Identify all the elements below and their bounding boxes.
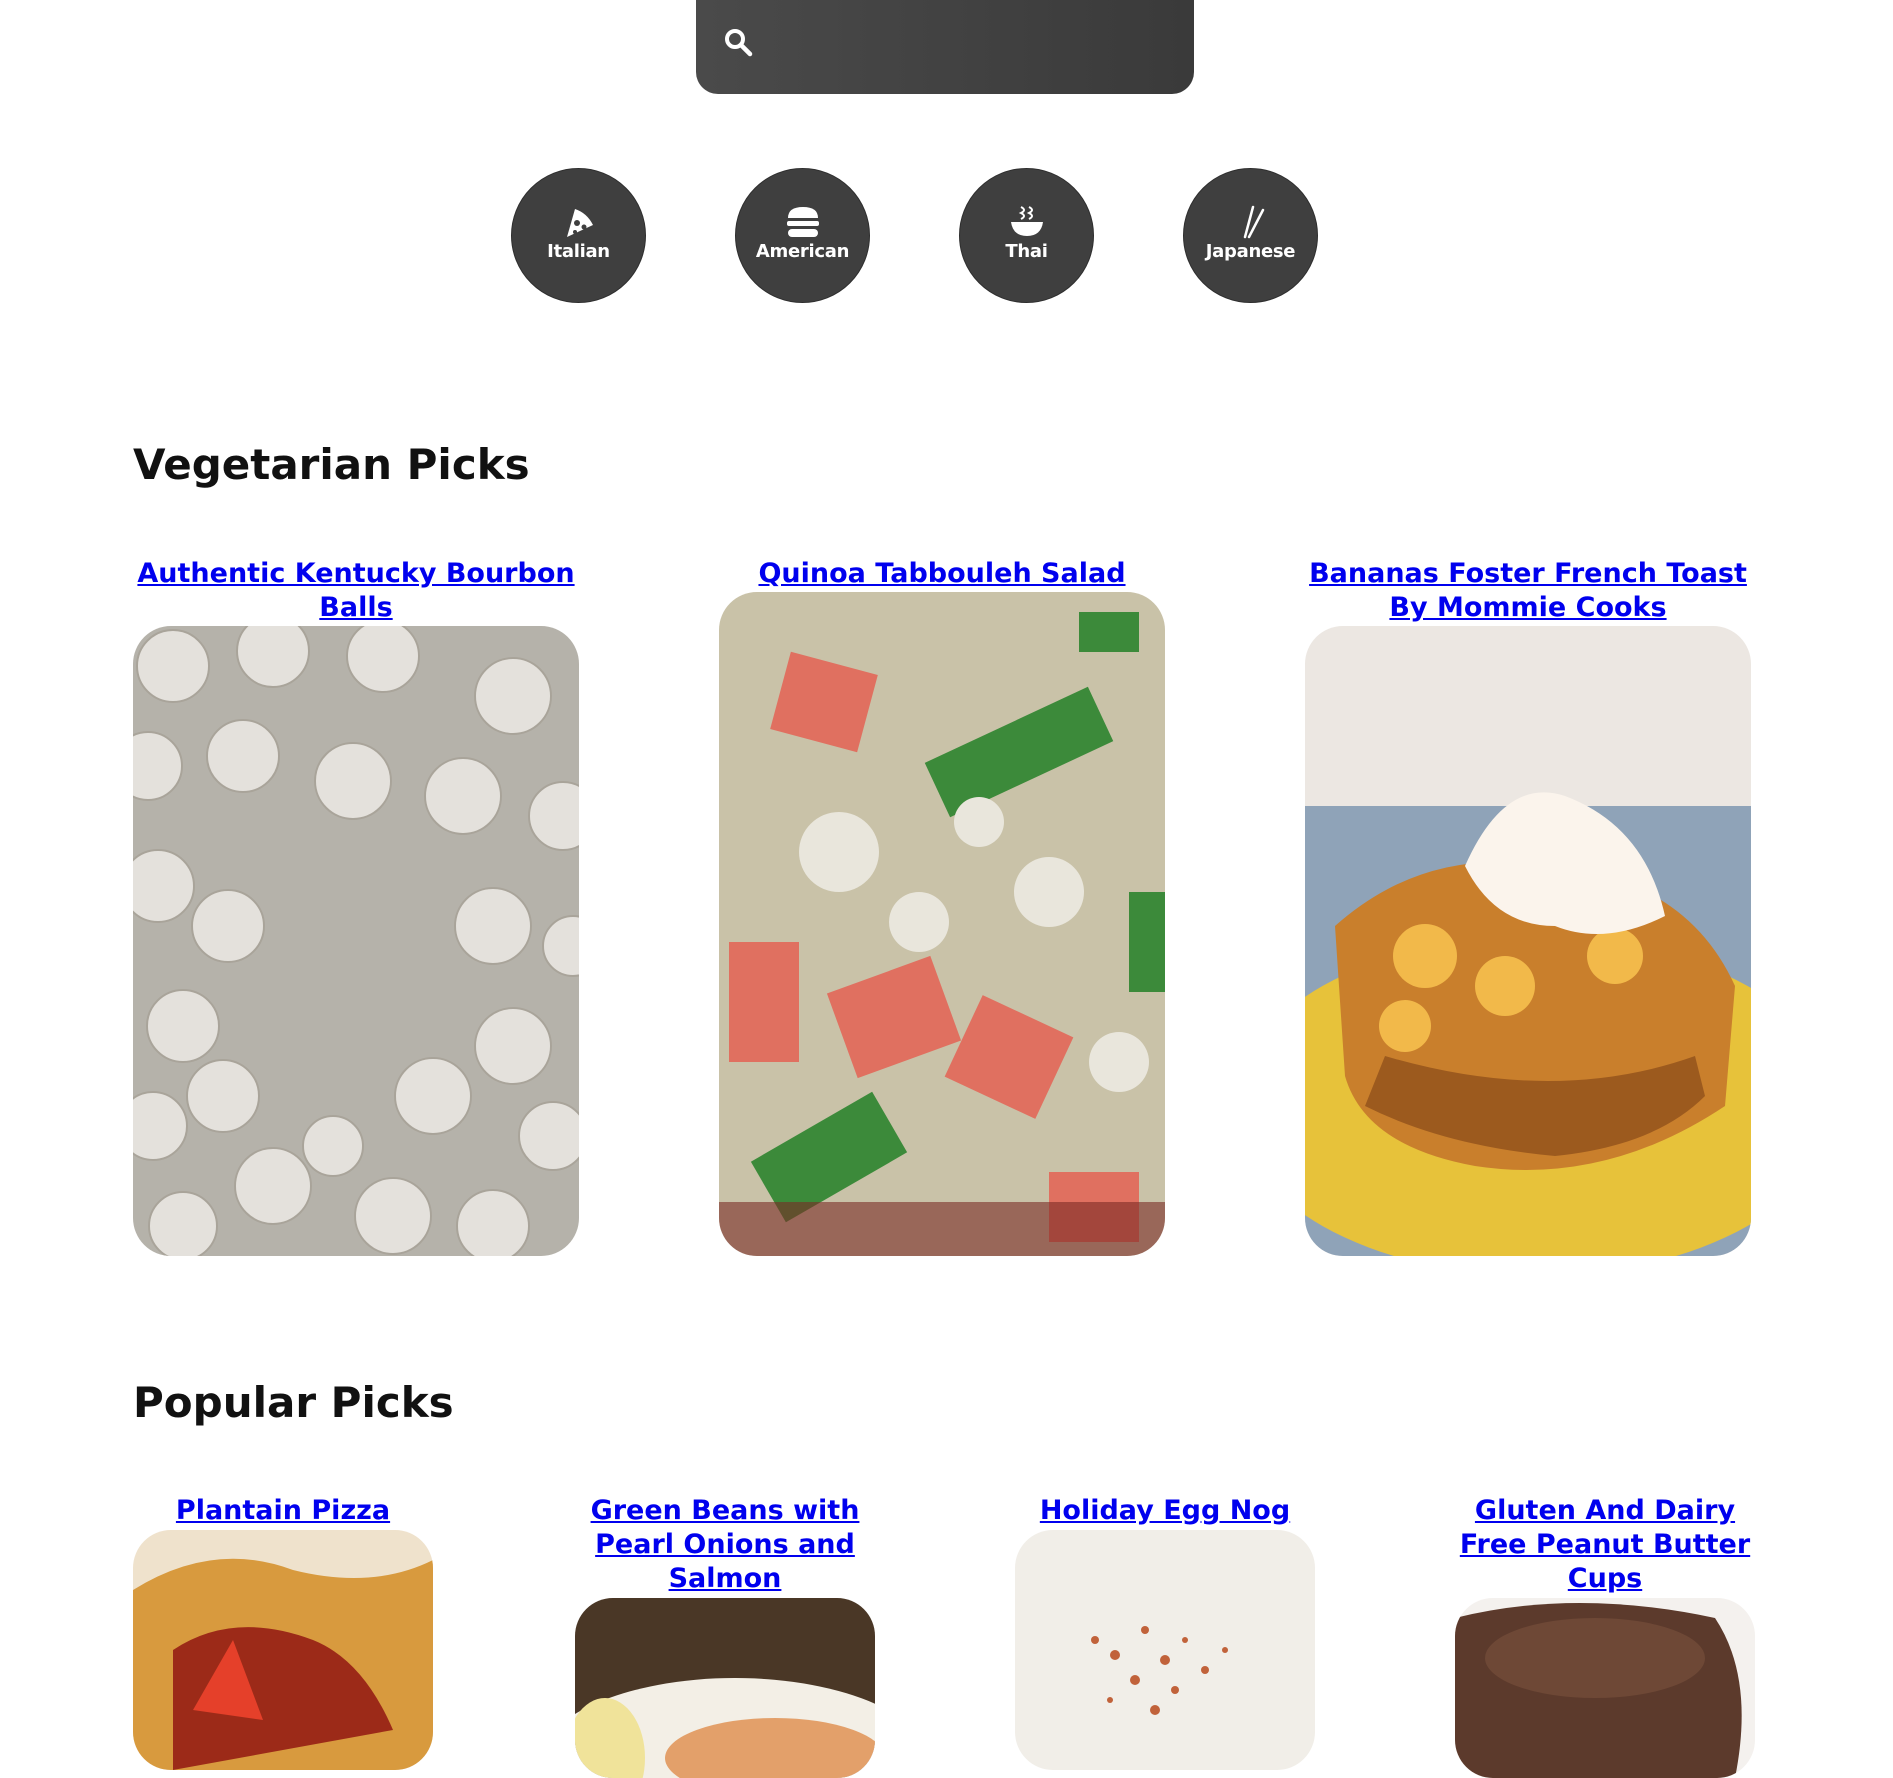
noodle-bowl-icon	[1010, 206, 1043, 236]
recipe-photo-bananas-foster[interactable]	[1305, 626, 1751, 1256]
search-bar[interactable]	[696, 0, 1194, 94]
recipe-photo-bourbon-balls[interactable]	[133, 626, 579, 1256]
section-heading-popular: Popular Picks	[133, 1378, 454, 1427]
recipe-card: Gluten And Dairy Free Peanut Butter Cups	[1455, 1494, 1755, 1596]
cuisine-label: Thai	[1005, 241, 1048, 262]
recipe-link[interactable]: Holiday Egg Nog	[1015, 1494, 1315, 1528]
cuisine-button-japanese[interactable]: Japanese	[1183, 168, 1318, 303]
search-icon	[725, 29, 753, 57]
cuisine-button-thai[interactable]: Thai	[959, 168, 1094, 303]
recipe-photo-quinoa-tabbouleh[interactable]	[719, 592, 1165, 1256]
recipe-photo-plantain-pizza[interactable]	[133, 1530, 433, 1770]
search-input[interactable]	[766, 22, 1170, 68]
cuisine-label: American	[755, 241, 850, 262]
recipe-card: Bananas Foster French Toast By Mommie Co…	[1305, 557, 1751, 625]
chopsticks-icon	[1243, 205, 1264, 239]
section-heading-vegetarian: Vegetarian Picks	[133, 440, 530, 489]
recipe-card: Quinoa Tabbouleh Salad	[719, 557, 1165, 591]
recipe-link[interactable]: Green Beans with Pearl Onions and Salmon	[575, 1494, 875, 1596]
cuisine-button-american[interactable]: American	[735, 168, 870, 303]
cuisine-button-italian[interactable]: Italian	[511, 168, 646, 303]
recipe-link[interactable]: Authentic Kentucky Bourbon Balls	[133, 557, 579, 625]
recipe-card: Holiday Egg Nog	[1015, 1494, 1315, 1528]
burger-icon	[786, 207, 819, 237]
recipe-photo-peanut-butter-cups[interactable]	[1455, 1598, 1755, 1778]
recipe-card: Green Beans with Pearl Onions and Salmon	[575, 1494, 875, 1596]
cuisine-label: Japanese	[1205, 241, 1296, 262]
recipe-photo-green-beans-salmon[interactable]	[575, 1598, 875, 1778]
recipe-card: Plantain Pizza	[133, 1494, 433, 1528]
cuisine-label: Italian	[547, 241, 610, 262]
recipe-link[interactable]: Quinoa Tabbouleh Salad	[719, 557, 1165, 591]
recipe-card: Authentic Kentucky Bourbon Balls	[133, 557, 579, 625]
recipe-link[interactable]: Gluten And Dairy Free Peanut Butter Cups	[1455, 1494, 1755, 1596]
pizza-icon	[566, 209, 593, 237]
recipe-link[interactable]: Plantain Pizza	[133, 1494, 433, 1528]
recipe-photo-egg-nog[interactable]	[1015, 1530, 1315, 1770]
recipe-link[interactable]: Bananas Foster French Toast By Mommie Co…	[1305, 557, 1751, 625]
